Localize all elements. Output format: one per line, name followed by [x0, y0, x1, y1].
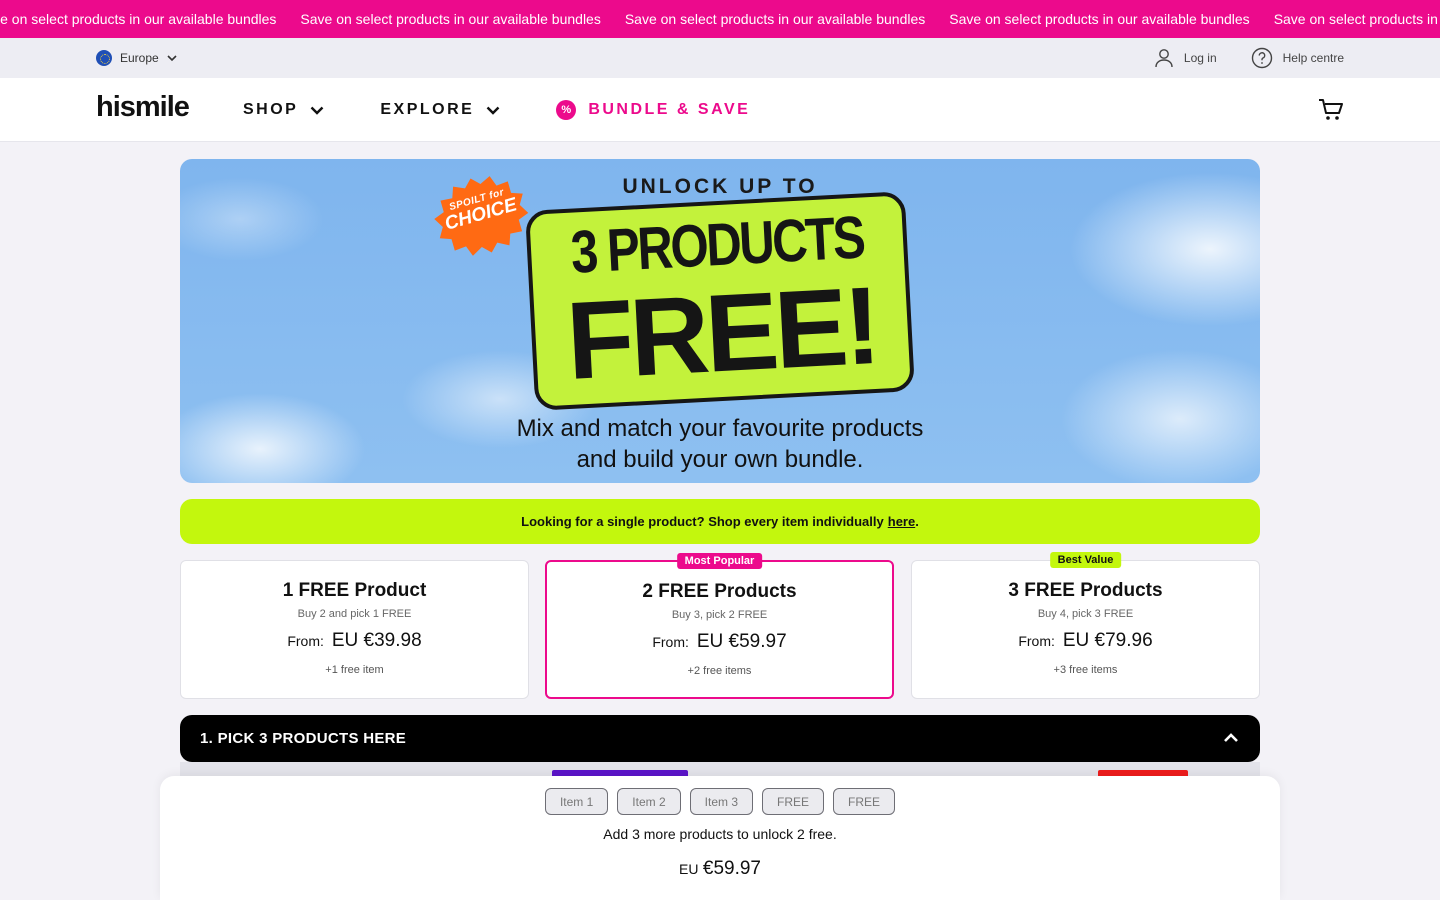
offer-title: 3 FREE Products — [1008, 580, 1163, 601]
marquee-text: Save on select products in our available… — [1273, 11, 1440, 27]
bundle-total-amount: €59.97 — [702, 858, 762, 879]
offer-price: EU €39.98 — [331, 630, 422, 651]
bundle-total: EU €59.97 — [160, 858, 1280, 880]
bundle-currency: EU — [678, 861, 699, 877]
notice-text: Looking for a single product? Shop every… — [521, 514, 884, 529]
hero-eyebrow: UNLOCK UP TO — [622, 175, 818, 198]
hero-subtitle-line-2: and build your own bundle. — [576, 446, 864, 473]
utility-bar: Europe Log in Help centre — [0, 38, 1440, 78]
user-icon — [1155, 49, 1173, 68]
marquee-text: Save on select products in our available… — [0, 11, 277, 27]
region-label: Europe — [120, 51, 159, 65]
bundle-slot[interactable]: Item 3 — [689, 788, 754, 815]
offer-extra: +2 free items — [687, 665, 752, 677]
offer-from-label: From: — [287, 633, 324, 649]
hero-subtitle: Mix and match your favourite products an… — [180, 413, 1260, 475]
offer-extra: +1 free item — [325, 664, 384, 676]
cart-icon[interactable] — [1318, 98, 1344, 122]
logo[interactable]: hismile — [96, 91, 190, 124]
offer-from-label: From: — [1018, 633, 1055, 649]
nav-bundle-label: BUNDLE & SAVE — [588, 101, 751, 118]
hero-subtitle-line-1: Mix and match your favourite products — [516, 415, 924, 442]
nav-shop[interactable]: SHOP — [243, 101, 324, 119]
best-value-badge: Best Value — [1049, 552, 1122, 568]
offer-description: Buy 3, pick 2 FREE — [671, 609, 768, 621]
bundle-progress-message: Add 3 more products to unlock 2 free. — [603, 826, 837, 842]
main-header: hismile SHOP EXPLORE % BUNDLE & SAVE — [0, 78, 1440, 142]
chevron-up-icon — [1224, 733, 1238, 742]
promo-marquee: Save on select products in our available… — [0, 0, 1440, 38]
help-centre-link[interactable]: Help centre — [1251, 47, 1344, 69]
main-nav: SHOP EXPLORE % BUNDLE & SAVE — [243, 78, 806, 142]
nav-shop-label: SHOP — [243, 101, 299, 118]
help-icon — [1251, 47, 1272, 69]
headline-block: 3 PRODUCTS FREE! — [525, 191, 915, 411]
offer-extra: +3 free items — [1053, 664, 1118, 676]
bundle-slot-free[interactable]: FREE — [833, 788, 896, 815]
login-link[interactable]: Log in — [1154, 48, 1217, 68]
bundle-slot-free[interactable]: FREE — [762, 788, 825, 815]
offer-from-label: From: — [652, 634, 689, 650]
bundle-slots: Item 1 Item 2 Item 3 FREE FREE — [160, 788, 1280, 815]
offer-price: EU €59.97 — [696, 631, 787, 652]
marquee-text: Save on select products in our available… — [949, 11, 1250, 27]
bundle-slot[interactable]: Item 1 — [544, 788, 609, 815]
most-popular-badge: Most Popular — [676, 553, 763, 569]
login-label: Log in — [1183, 51, 1217, 65]
bundle-slot[interactable]: Item 2 — [617, 788, 681, 815]
chevron-down-icon — [310, 106, 324, 115]
nav-explore[interactable]: EXPLORE — [380, 101, 500, 119]
offer-description: Buy 2 and pick 1 FREE — [297, 608, 412, 620]
single-product-notice: Looking for a single product? Shop every… — [180, 499, 1260, 544]
nav-explore-label: EXPLORE — [380, 101, 475, 118]
help-label: Help centre — [1282, 51, 1344, 65]
offer-card-3-free[interactable]: Best Value 3 FREE Products Buy 4, pick 3… — [911, 552, 1260, 699]
accordion-title: 1. PICK 3 PRODUCTS HERE — [200, 730, 407, 747]
hero-banner[interactable]: UNLOCK UP TO SPOILT for CHOICE 3 PRODUCT… — [180, 159, 1260, 483]
notice-suffix: . — [915, 514, 919, 529]
pick-products-accordion[interactable]: 1. PICK 3 PRODUCTS HERE — [180, 715, 1260, 762]
chevron-down-icon — [486, 106, 500, 115]
notice-here-link[interactable]: here — [888, 514, 915, 529]
nav-bundle-save[interactable]: % BUNDLE & SAVE — [556, 100, 750, 120]
offer-title: 1 FREE Product — [282, 580, 427, 601]
offer-card-2-free[interactable]: Most Popular 2 FREE Products Buy 3, pick… — [545, 553, 894, 699]
region-selector[interactable]: Europe — [96, 38, 177, 78]
headline-line-2: FREE! — [563, 263, 880, 403]
eu-flag-icon — [96, 50, 112, 66]
offer-price: EU €79.96 — [1062, 630, 1153, 651]
chevron-down-icon — [167, 54, 177, 61]
percent-badge-icon: % — [556, 100, 577, 120]
offer-description: Buy 4, pick 3 FREE — [1037, 608, 1134, 620]
bundle-tray: Item 1 Item 2 Item 3 FREE FREE Add 3 mor… — [160, 776, 1280, 900]
marquee-text: Save on select products in our available… — [300, 11, 601, 27]
offer-title: 2 FREE Products — [642, 581, 797, 602]
offer-card-1-free[interactable]: 1 FREE Product Buy 2 and pick 1 FREE Fro… — [180, 560, 529, 699]
marquee-text: Save on select products in our available… — [624, 11, 926, 27]
